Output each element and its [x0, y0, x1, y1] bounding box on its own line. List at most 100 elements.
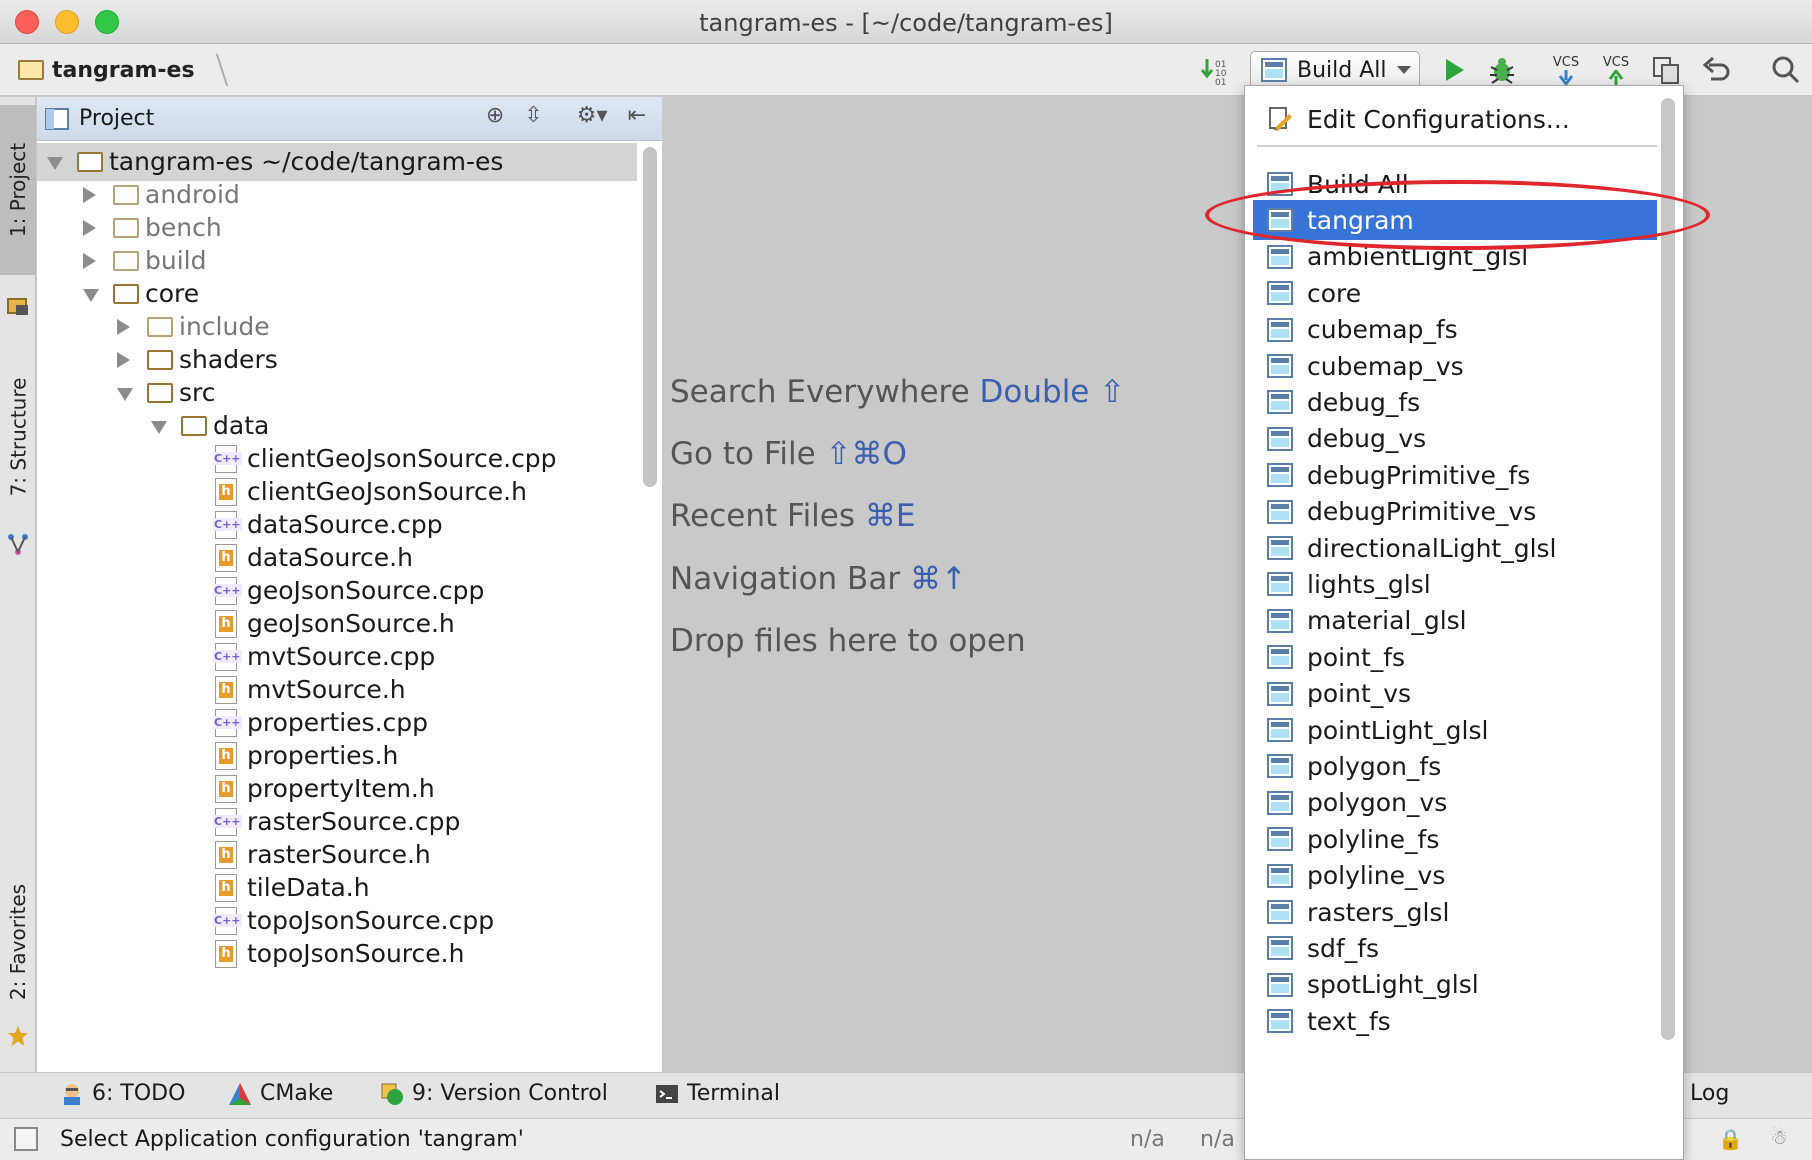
run-configuration-item[interactable]: spotLight_glsl [1253, 965, 1657, 1005]
expanded-arrow-icon[interactable] [117, 388, 133, 401]
tab-favorites[interactable]: 2: Favorites [0, 867, 36, 1017]
run-configuration-item[interactable]: ambientLight_glsl [1253, 237, 1657, 277]
vcs-commit-icon[interactable]: VCS [1598, 52, 1634, 88]
hide-panel-icon[interactable]: ⇤ [628, 103, 646, 128]
header-file-icon [215, 610, 237, 638]
popup-divider [1257, 145, 1657, 147]
lock-icon[interactable]: 🔒 [1718, 1127, 1743, 1151]
collapsed-arrow-icon[interactable] [83, 220, 96, 236]
run-configuration-item[interactable]: cubemap_fs [1253, 310, 1657, 350]
breadcrumb[interactable]: tangram-es [18, 54, 228, 86]
run-configuration-item[interactable]: directionalLight_glsl [1253, 528, 1657, 568]
run-configuration-item[interactable]: tangram [1253, 200, 1657, 241]
title-bar: tangram-es - [~/code/tangram-es] [0, 0, 1812, 44]
run-configuration-item[interactable]: Build All [1253, 164, 1657, 204]
expanded-arrow-icon[interactable] [151, 421, 167, 434]
folder-icon [77, 152, 103, 172]
run-configuration-icon [1267, 536, 1293, 560]
run-configuration-icon [1267, 863, 1293, 888]
locate-icon[interactable]: ⊕ [486, 103, 504, 128]
collapsed-arrow-icon[interactable] [117, 319, 130, 335]
compare-icon[interactable] [1648, 52, 1684, 88]
expanded-arrow-icon[interactable] [47, 157, 63, 170]
tree-item-label: properties.cpp [247, 708, 429, 737]
run-configuration-item[interactable]: pointLight_glsl [1253, 710, 1657, 750]
run-configuration-item[interactable]: point_fs [1253, 637, 1657, 677]
run-icon[interactable] [1436, 52, 1472, 88]
tab-cmake-label: CMake [260, 1081, 334, 1106]
tool-windows-toggle-icon[interactable] [14, 1127, 38, 1151]
run-configuration-item[interactable]: polygon_vs [1253, 783, 1657, 823]
hector-icon[interactable]: ☃ [1770, 1125, 1788, 1149]
hint-text: Go to File [670, 436, 816, 472]
run-configuration-item[interactable]: core [1253, 273, 1657, 313]
run-configuration-icon [1267, 718, 1293, 742]
run-configuration-item[interactable]: polygon_fs [1253, 746, 1657, 786]
run-configuration-item[interactable]: lights_glsl [1253, 564, 1657, 604]
tab-terminal[interactable]: Terminal [655, 1081, 780, 1106]
project-view-icon [45, 107, 69, 130]
collapsed-arrow-icon[interactable] [117, 352, 130, 368]
tab-project[interactable]: 1: Project [0, 105, 36, 275]
header-file-icon [215, 478, 237, 506]
tab-version-control[interactable]: 9: Version Control [380, 1081, 608, 1106]
popup-scrollbar[interactable] [1661, 98, 1675, 1040]
run-configuration-item[interactable]: debugPrimitive_fs [1253, 455, 1657, 495]
run-configuration-icon [1267, 390, 1293, 415]
edit-configurations-item[interactable]: Edit Configurations... [1253, 99, 1657, 139]
collapse-all-icon[interactable]: ⇳ [524, 103, 542, 128]
make-project-icon[interactable]: 01 10 01 [1196, 52, 1232, 88]
hint-recent-files: Recent Files ⌘E [670, 498, 915, 534]
run-configuration-icon [1267, 936, 1293, 961]
run-configuration-item[interactable]: text_fs [1253, 1001, 1657, 1041]
structure-tool-icon[interactable] [0, 527, 36, 561]
run-configuration-icon [1267, 1009, 1293, 1034]
run-configuration-item[interactable]: sdf_fs [1253, 928, 1657, 968]
gear-icon[interactable]: ⚙▾ [577, 103, 608, 128]
tree-file-row[interactable]: topoJsonSource.h [37, 935, 637, 973]
folder-icon [181, 416, 207, 436]
tab-cmake[interactable]: CMake [228, 1081, 333, 1106]
run-configuration-item[interactable]: cubemap_vs [1253, 346, 1657, 386]
header-file-icon [215, 841, 237, 869]
project-tool-icon[interactable] [0, 287, 36, 327]
run-configuration-item[interactable]: material_glsl [1253, 601, 1657, 641]
folder-icon [113, 251, 139, 271]
tree-item-label: mvtSource.h [247, 675, 406, 704]
cpp-file-icon [213, 445, 242, 473]
vcs-update-icon[interactable]: VCS [1548, 52, 1584, 88]
tab-structure[interactable]: 7: Structure [0, 347, 36, 527]
project-scrollbar[interactable] [643, 147, 657, 487]
debug-icon[interactable] [1484, 52, 1520, 88]
run-configuration-item[interactable]: polyline_fs [1253, 819, 1657, 859]
run-configuration-item[interactable]: rasters_glsl [1253, 892, 1657, 932]
run-configuration-icon [1267, 645, 1293, 670]
run-configuration-item[interactable]: debug_fs [1253, 382, 1657, 422]
run-configuration-item[interactable]: polyline_vs [1253, 856, 1657, 896]
run-configuration-item[interactable]: debugPrimitive_vs [1253, 492, 1657, 532]
edit-configurations-label: Edit Configurations... [1307, 104, 1570, 134]
run-configuration-popup: Edit Configurations... Build All tangram a… [1244, 85, 1684, 1160]
tab-todo[interactable]: 6: TODO [60, 1081, 185, 1106]
collapsed-arrow-icon[interactable] [83, 253, 96, 269]
folder-icon [147, 383, 173, 403]
run-configuration-icon [1267, 754, 1293, 779]
tree-item-label: clientGeoJsonSource.cpp [247, 444, 557, 473]
run-configuration-icon [1267, 208, 1293, 233]
tree-item-label: src [179, 378, 216, 407]
run-configuration-item-label: polygon_vs [1307, 788, 1448, 818]
run-configuration-item-label: directionalLight_glsl [1307, 533, 1557, 563]
run-configuration-item[interactable]: point_vs [1253, 674, 1657, 714]
revert-icon[interactable] [1698, 52, 1734, 88]
tab-favorites-label: 2: Favorites [6, 883, 31, 1001]
expanded-arrow-icon[interactable] [83, 289, 99, 302]
star-icon[interactable] [0, 1019, 36, 1053]
search-icon[interactable] [1768, 52, 1804, 88]
vcs-commit-label: VCS [1602, 54, 1630, 70]
run-configuration-item[interactable]: debug_vs [1253, 419, 1657, 459]
tree-item-label: rasterSource.cpp [247, 807, 461, 836]
run-configuration-item-label: material_glsl [1307, 606, 1467, 636]
collapsed-arrow-icon[interactable] [83, 187, 96, 203]
tab-terminal-label: Terminal [687, 1081, 780, 1106]
run-configuration-select[interactable]: Build All [1250, 51, 1420, 89]
